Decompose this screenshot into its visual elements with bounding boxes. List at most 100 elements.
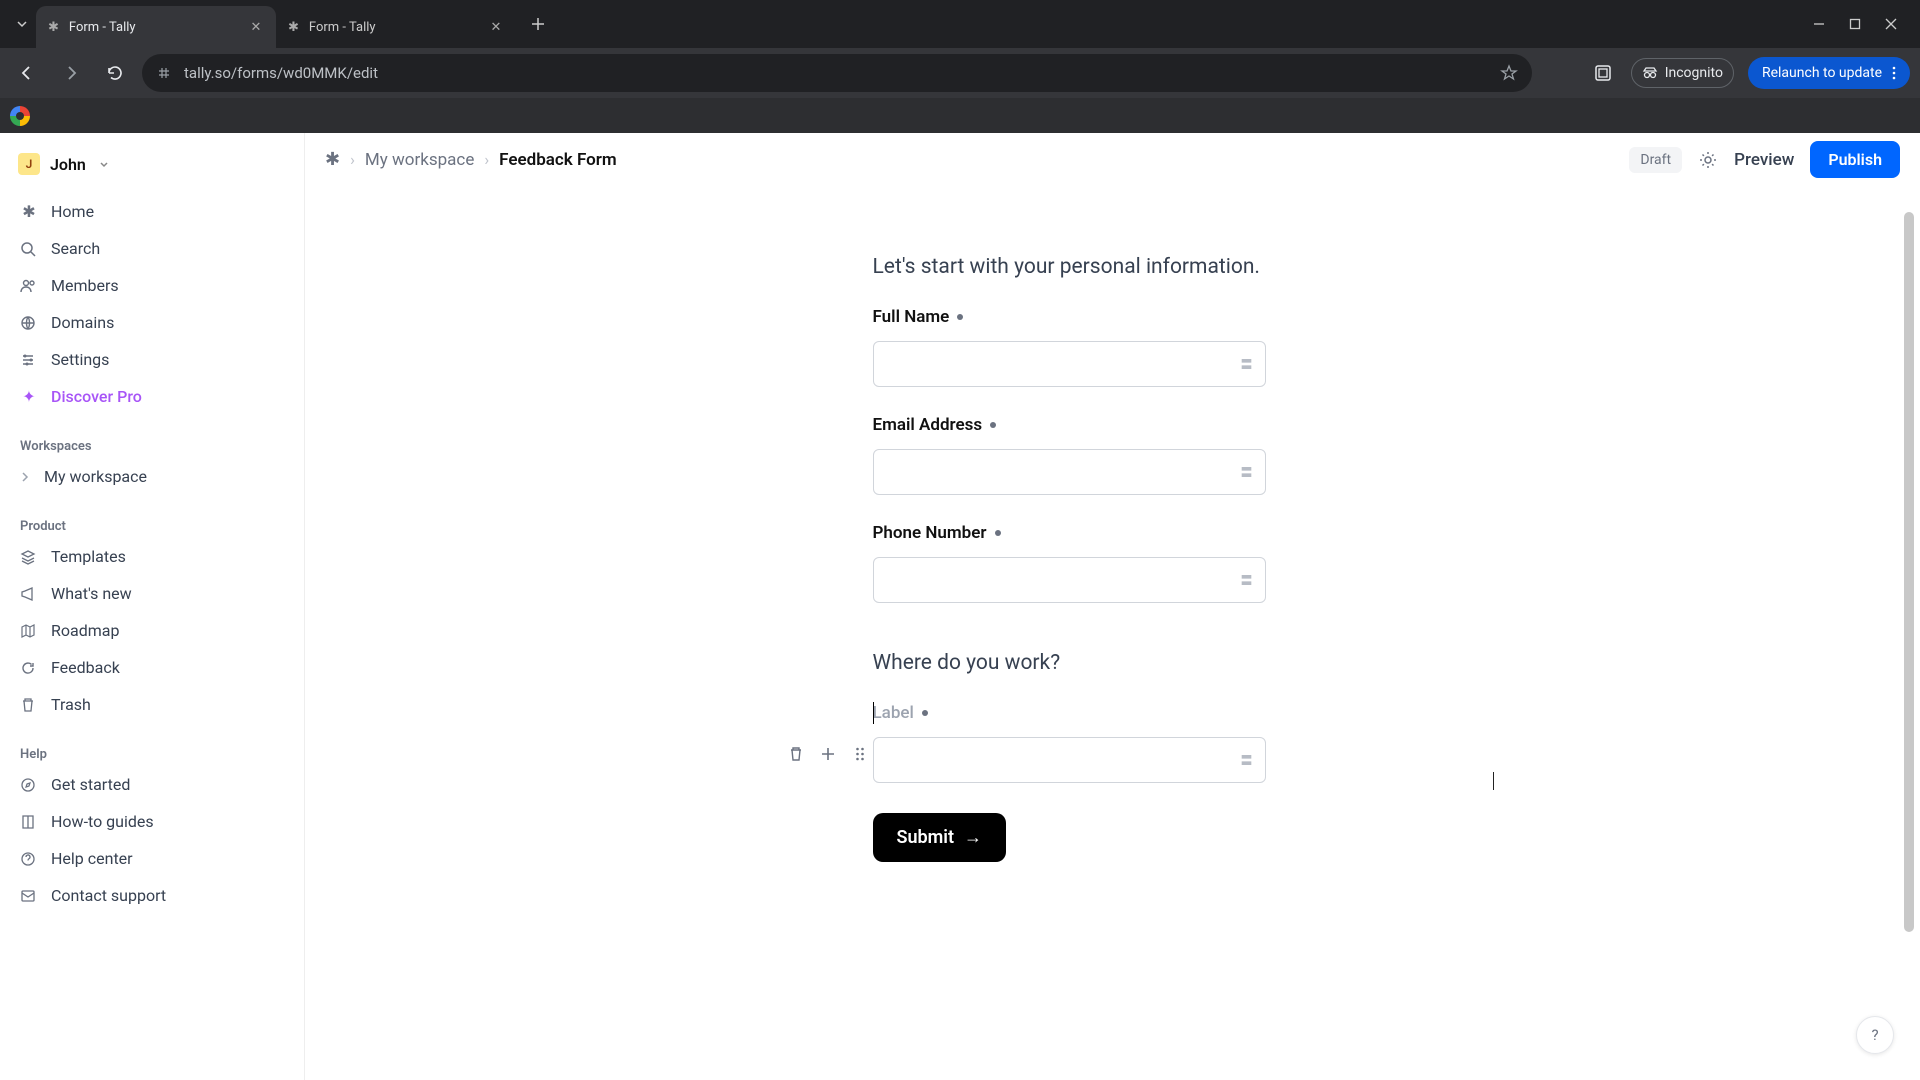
reader-mode-icon[interactable] [1589, 59, 1617, 87]
nav-back-button[interactable] [10, 56, 44, 90]
sidebar-item-templates[interactable]: Templates [10, 538, 294, 575]
add-block-button[interactable] [817, 743, 839, 765]
chevron-right-icon [20, 472, 34, 482]
browser-tab-1[interactable]: ✱ Form - Tally ✕ [36, 6, 276, 48]
bookmark-star-icon[interactable] [1500, 64, 1518, 82]
submit-button[interactable]: Submit → [873, 813, 1007, 862]
topbar: ✱ › My workspace › Feedback Form Draft P… [305, 133, 1920, 187]
breadcrumb-form[interactable]: Feedback Form [499, 150, 616, 170]
scrollbar-track[interactable] [1902, 187, 1918, 1080]
delete-block-button[interactable] [785, 743, 807, 765]
browser-tabs-row: ✱ Form - Tally ✕ ✱ Form - Tally ✕ [0, 0, 1920, 48]
window-close-icon[interactable] [1884, 17, 1898, 31]
text-cursor [873, 702, 874, 724]
sidebar-item-howto[interactable]: How-to guides [10, 803, 294, 840]
help-fab-button[interactable]: ? [1856, 1016, 1894, 1054]
user-menu[interactable]: J John [10, 147, 294, 181]
field-block-new: Label 〓 [873, 703, 1513, 783]
bookmarks-bar [0, 98, 1920, 133]
sidebar-item-feedback[interactable]: Feedback [10, 649, 294, 686]
url-text: tally.so/forms/wd0MMK/edit [184, 64, 1488, 82]
field-label[interactable]: Full Name [873, 307, 1513, 327]
tab-title: Form - Tally [69, 20, 238, 35]
sidebar-item-whatsnew[interactable]: What's new [10, 575, 294, 612]
sidebar-item-contact[interactable]: Contact support [10, 877, 294, 914]
browser-url-row: tally.so/forms/wd0MMK/edit Incognito Rel… [0, 48, 1920, 98]
section-text[interactable]: Where do you work? [873, 651, 1513, 675]
section-text[interactable]: Let's start with your personal informati… [873, 255, 1513, 279]
sidebar: J John ✱Home Search Members Domains Sett… [0, 133, 305, 1080]
sidebar-item-discover-pro[interactable]: ✦Discover Pro [10, 378, 294, 415]
chevron-right-icon: › [484, 150, 489, 169]
resize-handle-icon[interactable]: 〓 [1240, 572, 1252, 589]
field-input[interactable]: 〓 [873, 557, 1266, 603]
window-maximize-icon[interactable] [1848, 17, 1862, 31]
field-input[interactable]: 〓 [873, 341, 1266, 387]
book-icon [20, 814, 38, 830]
window-minimize-icon[interactable] [1812, 17, 1826, 31]
settings-icon[interactable] [1698, 150, 1718, 170]
map-icon [20, 623, 38, 639]
resize-handle-icon[interactable]: 〓 [1240, 752, 1252, 769]
publish-button[interactable]: Publish [1810, 141, 1900, 178]
sidebar-workspace-item[interactable]: My workspace [10, 458, 294, 495]
users-icon [20, 278, 38, 294]
incognito-indicator[interactable]: Incognito [1631, 58, 1734, 88]
question-icon [20, 851, 38, 867]
tab-close-icon[interactable]: ✕ [488, 20, 504, 35]
drag-block-handle[interactable] [849, 743, 871, 765]
required-dot-icon [922, 710, 928, 716]
field-label[interactable]: Phone Number [873, 523, 1513, 543]
megaphone-icon [20, 586, 38, 602]
field-input[interactable]: 〓 [873, 737, 1266, 783]
scrollbar-thumb[interactable] [1904, 212, 1914, 932]
sidebar-item-getstarted[interactable]: Get started [10, 766, 294, 803]
layers-icon [20, 549, 38, 565]
trash-icon [20, 697, 38, 713]
preview-button[interactable]: Preview [1734, 150, 1794, 170]
sidebar-item-roadmap[interactable]: Roadmap [10, 612, 294, 649]
field-block-email: Email Address 〓 [873, 415, 1513, 495]
nav-reload-button[interactable] [98, 56, 132, 90]
sidebar-header-product: Product [10, 509, 294, 538]
sidebar-header-help: Help [10, 737, 294, 766]
bookmark-google-icon[interactable] [10, 106, 30, 126]
tab-close-icon[interactable]: ✕ [248, 20, 264, 35]
sidebar-item-home[interactable]: ✱Home [10, 193, 294, 230]
required-dot-icon [990, 422, 996, 428]
field-block-fullname: Full Name 〓 [873, 307, 1513, 387]
tab-favicon-icon: ✱ [48, 20, 59, 35]
user-avatar: J [18, 153, 40, 175]
tally-logo-icon[interactable]: ✱ [325, 149, 340, 170]
field-block-phone: Phone Number 〓 [873, 523, 1513, 603]
sidebar-item-trash[interactable]: Trash [10, 686, 294, 723]
resize-handle-icon[interactable]: 〓 [1240, 356, 1252, 373]
resize-handle-icon[interactable]: 〓 [1240, 464, 1252, 481]
relaunch-button[interactable]: Relaunch to update [1748, 57, 1910, 89]
tab-search-dropdown[interactable] [8, 10, 36, 38]
sidebar-item-domains[interactable]: Domains [10, 304, 294, 341]
sliders-icon [20, 352, 38, 368]
url-field[interactable]: tally.so/forms/wd0MMK/edit [142, 54, 1532, 92]
new-tab-button[interactable] [524, 10, 552, 38]
field-label[interactable]: Email Address [873, 415, 1513, 435]
sidebar-item-members[interactable]: Members [10, 267, 294, 304]
site-info-icon[interactable] [156, 65, 172, 81]
globe-icon [20, 315, 38, 331]
sidebar-item-search[interactable]: Search [10, 230, 294, 267]
nav-forward-button[interactable] [54, 56, 88, 90]
sidebar-item-helpcenter[interactable]: Help center [10, 840, 294, 877]
browser-tab-2[interactable]: ✱ Form - Tally ✕ [276, 6, 516, 48]
field-label-placeholder[interactable]: Label [873, 703, 1513, 723]
window-controls [1798, 17, 1912, 31]
sidebar-item-settings[interactable]: Settings [10, 341, 294, 378]
breadcrumb-workspace[interactable]: My workspace [365, 150, 474, 170]
form-canvas[interactable]: Let's start with your personal informati… [305, 187, 1920, 1080]
required-dot-icon [957, 314, 963, 320]
field-input[interactable]: 〓 [873, 449, 1266, 495]
tab-favicon-icon: ✱ [288, 20, 299, 35]
breadcrumb: ✱ › My workspace › Feedback Form [325, 149, 617, 170]
user-name: John [50, 155, 86, 174]
tab-title: Form - Tally [309, 20, 478, 35]
sidebar-header-workspaces: Workspaces [10, 429, 294, 458]
